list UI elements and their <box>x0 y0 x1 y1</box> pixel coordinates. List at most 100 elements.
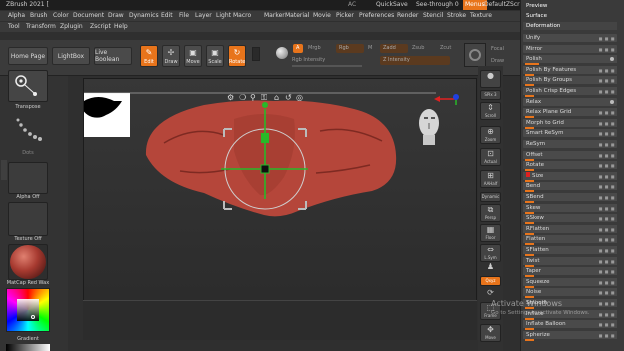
spix-button[interactable]: SPix 3 <box>480 90 501 100</box>
edit-mode-button[interactable]: ✎ Edit <box>140 45 158 67</box>
menu-macro[interactable]: Macro <box>233 11 251 21</box>
axis-toggles-icon[interactable]: ■ ■ ■ <box>599 152 615 160</box>
axis-toggles-icon[interactable]: ■ ■ ■ <box>599 226 615 234</box>
axis-toggles-icon[interactable]: ■ ■ ■ <box>599 162 615 170</box>
menu-help[interactable]: Help <box>114 22 128 32</box>
gradient-swatch[interactable] <box>6 344 50 351</box>
gyro-icon-button[interactable]: ♟ <box>480 262 501 271</box>
axis-toggles-icon[interactable]: ■ ■ ■ <box>599 194 615 202</box>
slider-flatten[interactable]: Flatten ■ ■ ■ <box>523 235 617 245</box>
button-mirror[interactable]: Mirror ■ ■ ■ <box>523 45 617 53</box>
axis-toggles-icon[interactable]: ■ ■ ■ <box>599 130 615 138</box>
menu-transform[interactable]: Transform <box>26 22 56 32</box>
slider-offset[interactable]: Offset ■ ■ ■ <box>523 151 617 161</box>
axis-toggles-icon[interactable]: ■ ■ ■ <box>599 321 615 329</box>
see-through-slider[interactable]: See-through 0 <box>416 0 459 10</box>
menu-stroke[interactable]: Stroke <box>447 11 466 21</box>
scale-mode-button[interactable]: ▣ Scale <box>206 45 224 67</box>
menu-file[interactable]: File <box>179 11 189 21</box>
axis-toggles-icon[interactable]: ■ ■ ■ <box>599 279 615 287</box>
local-symmetry-button[interactable]: ⇔ L.Sym <box>480 244 501 262</box>
slider-squeeze[interactable]: Squeeze ■ ■ ■ <box>523 278 617 288</box>
menu-movie[interactable]: Movie <box>313 11 331 21</box>
deformation-header[interactable]: Deformation <box>523 22 617 30</box>
slider-sskew[interactable]: SSkew ■ ■ ■ <box>523 214 617 224</box>
color-picker[interactable] <box>6 288 50 332</box>
menu-alpha[interactable]: Alpha <box>8 11 25 21</box>
slider-sbend[interactable]: SBend ■ ■ ■ <box>523 193 617 203</box>
rgb-intensity-track[interactable] <box>292 65 362 67</box>
lightbox-button[interactable]: LightBox <box>52 47 90 65</box>
menu-preferences[interactable]: Preferences <box>359 11 394 21</box>
texture-tile[interactable] <box>8 202 48 236</box>
axis-toggles-icon[interactable]: ■ ■ ■ <box>599 258 615 266</box>
slider-size[interactable]: Size ■ ■ ■ <box>523 172 617 182</box>
axis-toggles-icon[interactable]: ■ ■ ■ <box>599 141 615 149</box>
persp-button[interactable]: ⧉ Persp <box>480 204 501 222</box>
axis-toggles-icon[interactable]: ■ ■ ■ <box>599 67 615 75</box>
slider-sflatten[interactable]: SFlatten ■ ■ ■ <box>523 246 617 256</box>
material-sphere-icon[interactable] <box>276 47 288 59</box>
axis-toggles-icon[interactable]: ■ ■ ■ <box>599 300 615 308</box>
m-toggle[interactable]: M <box>368 45 372 51</box>
floor-button[interactable]: ▦ Floor <box>480 224 501 242</box>
slider-polish-by-groups[interactable]: Polish By Groups ■ ■ ■ <box>523 76 617 86</box>
slider-polish-by-features[interactable]: Polish By Features ■ ■ ■ <box>523 66 617 76</box>
options-dot-icon[interactable] <box>610 57 614 61</box>
zadd-toggle[interactable]: Zadd <box>380 44 408 53</box>
button-smart-resym[interactable]: Smart ReSym ■ ■ ■ <box>523 129 617 137</box>
slider-polish[interactable]: Polish <box>523 55 617 65</box>
axis-toggles-icon[interactable]: ■ ■ ■ <box>599 88 615 96</box>
axis-toggles-icon[interactable]: ■ ■ ■ <box>599 46 615 54</box>
axis-toggles-icon[interactable]: ■ ■ ■ <box>599 109 615 117</box>
axis-toggles-icon[interactable]: ■ ■ ■ <box>599 268 615 276</box>
menu-zscript[interactable]: Zscript <box>90 22 111 32</box>
slider-noise[interactable]: Noise ■ ■ ■ <box>523 288 617 298</box>
home-page-button[interactable]: Home Page <box>8 47 48 65</box>
slider-relax-plane-grid[interactable]: Relax Plane Grid ■ ■ ■ <box>523 108 617 118</box>
stroke-dots-tile[interactable] <box>8 114 48 148</box>
menu-edit[interactable]: Edit <box>161 11 173 21</box>
surface-header[interactable]: Surface <box>523 12 617 20</box>
menu-texture[interactable]: Texture <box>470 11 492 21</box>
quicksave-button[interactable]: QuickSave <box>376 0 408 10</box>
axis-toggles-icon[interactable]: ■ ■ ■ <box>599 35 615 43</box>
slider-spherize[interactable]: Spherize ■ ■ ■ <box>523 331 617 341</box>
slider-taper[interactable]: Taper ■ ■ ■ <box>523 267 617 277</box>
rotate-mode-button[interactable]: ↻ Rotate <box>228 45 246 67</box>
zcut-toggle[interactable]: Zcut <box>440 45 451 51</box>
zoom-button[interactable]: ⊕ Zoom <box>480 126 501 144</box>
menu-brush[interactable]: Brush <box>30 11 47 21</box>
dock-move-button[interactable]: ✥ Move <box>480 324 501 342</box>
slider-morph-to-grid[interactable]: Morph to Grid ■ ■ ■ <box>523 119 617 129</box>
z-intensity-slider[interactable]: Z Intensity <box>380 56 450 65</box>
axis-toggles-icon[interactable]: ■ ■ ■ <box>599 332 615 340</box>
button-resym[interactable]: ReSym ■ ■ ■ <box>523 140 617 148</box>
alpha-tile[interactable] <box>8 162 48 194</box>
slider-bend[interactable]: Bend ■ ■ ■ <box>523 182 617 192</box>
slider-twist[interactable]: Twist ■ ■ ■ <box>523 257 617 267</box>
button-unify[interactable]: Unify ■ ■ ■ <box>523 34 617 42</box>
transpose-tile[interactable] <box>8 70 48 102</box>
axis-toggles-icon[interactable]: ■ ■ ■ <box>599 120 615 128</box>
axis-toggles-icon[interactable]: ■ ■ ■ <box>599 247 615 255</box>
move-mode-button[interactable]: ▣ Move <box>184 45 202 67</box>
scroll-button[interactable]: ⇕ Scroll <box>480 102 501 120</box>
menu-tool[interactable]: Tool <box>8 22 20 32</box>
color-picker-cursor[interactable] <box>31 315 35 319</box>
menu-color[interactable]: Color <box>53 11 69 21</box>
menu-document[interactable]: Document <box>73 11 104 21</box>
button-relax[interactable]: Relax <box>523 98 617 106</box>
menu-dynamics[interactable]: Dynamics <box>129 11 159 21</box>
live-boolean-button[interactable]: Live Boolean <box>94 47 132 65</box>
axis-toggles-icon[interactable]: ■ ■ ■ <box>599 289 615 297</box>
zsub-toggle[interactable]: Zsub <box>412 45 424 51</box>
focal-shift-control[interactable]: Focal Draw <box>464 43 504 67</box>
rotate-y-button[interactable]: ⟳ <box>480 288 501 297</box>
left-tray-handle[interactable] <box>1 160 7 180</box>
menu-light[interactable]: Light <box>216 11 231 21</box>
slider-rotate[interactable]: Rotate ■ ■ ■ <box>523 161 617 171</box>
axis-toggles-icon[interactable]: ■ ■ ■ <box>599 173 615 181</box>
xyz-rotation-button[interactable]: Qxyz <box>480 276 501 286</box>
axis-toggles-icon[interactable]: ■ ■ ■ <box>599 236 615 244</box>
